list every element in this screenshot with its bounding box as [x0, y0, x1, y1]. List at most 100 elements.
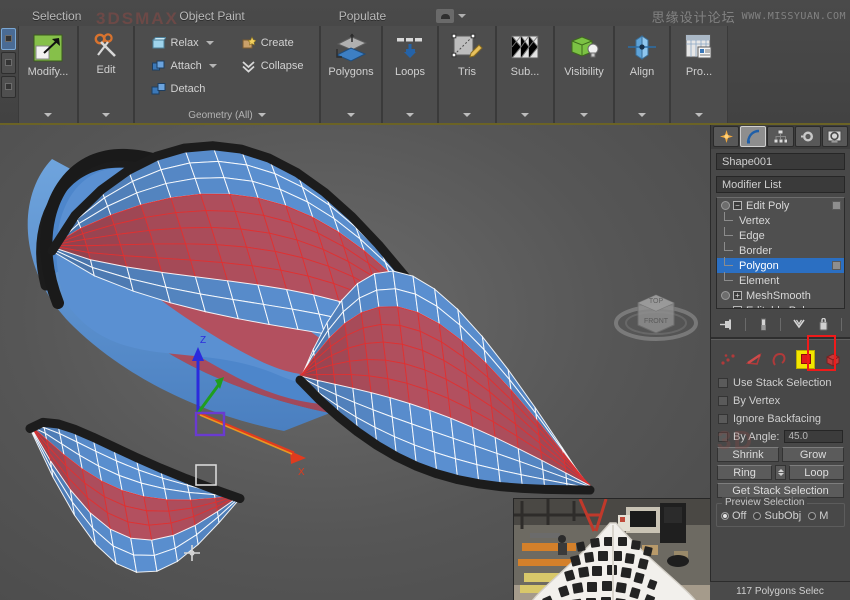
viewcube[interactable]: TOP FRONT — [608, 277, 703, 349]
viewport[interactable]: Z X TOP FRONT — [0, 125, 710, 600]
tab-display[interactable] — [821, 126, 849, 147]
panel-subdivide-expand[interactable] — [497, 107, 553, 123]
panel-modify-expand[interactable] — [19, 107, 77, 123]
tab-populate[interactable]: Populate — [329, 7, 396, 25]
reference-photo[interactable] — [513, 498, 710, 600]
panel-geometry-expand[interactable]: Geometry (All) — [135, 107, 319, 123]
align-label: Align — [629, 66, 655, 78]
by-angle-value[interactable]: 45.0 — [784, 430, 843, 443]
stack-item-label: Edit Poly — [746, 199, 790, 212]
loops-button[interactable]: Loops — [382, 30, 438, 78]
shrink-button[interactable]: Shrink — [717, 447, 779, 462]
vertex-icon[interactable] — [720, 352, 737, 367]
panel-properties-expand[interactable] — [671, 107, 727, 123]
subdivide-button[interactable]: Sub... — [496, 30, 554, 78]
ribbon-mode-button-1[interactable] — [1, 28, 16, 50]
checkbox-icon[interactable] — [718, 377, 728, 388]
modifier-list-dropdown[interactable]: Modifier List — [716, 176, 845, 193]
ribbon-mode-button-3[interactable] — [1, 76, 16, 98]
chevron-down-icon[interactable] — [205, 41, 214, 45]
stack-item-toggle[interactable] — [832, 261, 841, 270]
expander-icon[interactable]: + — [733, 291, 742, 300]
panel-align-expand[interactable] — [615, 107, 669, 123]
light-bulb-icon[interactable] — [721, 201, 730, 210]
tris-button[interactable]: Tris — [438, 30, 496, 78]
modify-selection-icon — [31, 33, 65, 63]
edit-button[interactable]: Edit — [78, 30, 134, 76]
polygon-icon[interactable] — [796, 349, 816, 369]
properties-button[interactable]: Pro... — [670, 30, 728, 78]
minimize-ribbon-icon — [436, 9, 455, 23]
ring-loop-spinner[interactable] — [775, 465, 786, 480]
panel-tris-expand[interactable] — [439, 107, 495, 123]
create-button[interactable]: Create — [241, 33, 304, 53]
border-icon[interactable] — [771, 352, 788, 367]
collapse-button[interactable]: Collapse — [241, 56, 304, 76]
panel-properties: Pro... — [670, 26, 728, 123]
stack-item-toggle[interactable] — [832, 201, 841, 210]
modifier-stack-list[interactable]: − Edit Poly Vertex Edge Border Polygon Element… — [716, 197, 845, 309]
checkbox-icon[interactable] — [718, 413, 728, 424]
polygons-button[interactable]: Polygons — [320, 30, 382, 78]
stack-item-editable-poly[interactable]: − Editable Poly — [717, 303, 844, 309]
chevron-down-icon — [638, 113, 646, 117]
panel-align: Align — [614, 26, 670, 123]
preview-option-subobj[interactable]: SubObj — [753, 510, 801, 522]
command-panel: Shape001 Modifier List − Edit Poly Vertex E… — [710, 125, 850, 600]
tab-selection[interactable]: Selection — [22, 7, 91, 25]
stack-item-edge[interactable]: Edge — [717, 227, 844, 243]
stack-item-element[interactable]: Element — [717, 272, 844, 288]
detach-label: Detach — [170, 83, 206, 95]
stack-item-polygon[interactable]: Polygon — [717, 257, 844, 273]
stack-item-label: Editable Poly — [746, 305, 810, 309]
grow-button[interactable]: Grow — [782, 447, 844, 462]
element-icon[interactable] — [824, 352, 841, 367]
visibility-button[interactable]: Visibility — [554, 30, 614, 78]
loops-label: Loops — [395, 66, 425, 78]
relax-button[interactable]: Relax — [151, 33, 217, 53]
chevron-down-icon — [695, 113, 703, 117]
checkbox-row-by-vertex[interactable]: By Vertex — [718, 393, 843, 408]
panel-edit-expand[interactable] — [79, 107, 133, 123]
attach-button[interactable]: Attach — [151, 56, 217, 76]
object-name-field[interactable]: Shape001 — [716, 153, 845, 170]
expander-icon[interactable]: − — [733, 306, 742, 308]
expander-icon[interactable]: − — [733, 201, 742, 210]
pin-stack-icon — [720, 319, 732, 329]
panel-divider — [711, 337, 850, 340]
stack-item-meshsmooth[interactable]: + MeshSmooth — [717, 288, 844, 303]
curve-icon — [746, 129, 759, 144]
ribbon-mode-button-2[interactable] — [1, 52, 16, 74]
stack-item-border[interactable]: Border — [717, 242, 844, 258]
panel-polygons-expand[interactable] — [321, 107, 381, 123]
stack-item-edit-poly[interactable]: − Edit Poly — [717, 198, 844, 213]
align-button[interactable]: Align — [614, 30, 670, 78]
light-bulb-icon[interactable] — [721, 291, 730, 300]
by-angle-row[interactable]: By Angle: 45.0 — [718, 429, 843, 444]
chevron-down-icon[interactable] — [208, 64, 217, 68]
stack-item-vertex[interactable]: Vertex — [717, 212, 844, 228]
tab-object-paint[interactable]: Object Paint — [169, 7, 254, 25]
modify-selection-button[interactable]: Modify... — [17, 30, 79, 78]
selection-checkboxes: Use Stack Selection By Vertex Ignore Backf… — [711, 375, 850, 426]
divider — [780, 317, 782, 331]
by-angle-checkbox[interactable] — [718, 431, 728, 442]
tab-motion[interactable] — [794, 126, 821, 147]
collapse-icon — [241, 59, 256, 74]
tab-create[interactable] — [713, 126, 740, 147]
checkbox-icon[interactable] — [718, 395, 728, 406]
tab-hierarchy[interactable] — [767, 126, 794, 147]
ring-button[interactable]: Ring — [717, 465, 772, 480]
edge-icon[interactable] — [745, 352, 763, 367]
panel-visibility-expand[interactable] — [555, 107, 613, 123]
ribbon-minimize-button[interactable] — [436, 9, 467, 23]
preview-option-off[interactable]: Off — [721, 510, 746, 522]
get-stack-selection-button[interactable]: Get Stack Selection — [717, 483, 844, 498]
checkbox-row-use-stack-selection[interactable]: Use Stack Selection — [718, 375, 843, 390]
detach-button[interactable]: Detach — [151, 79, 217, 99]
tab-modify[interactable] — [740, 126, 767, 147]
panel-loops-expand[interactable] — [383, 107, 437, 123]
checkbox-row-ignore-backfacing[interactable]: Ignore Backfacing — [718, 411, 843, 426]
preview-option-multi[interactable]: M — [808, 510, 828, 522]
loop-button[interactable]: Loop — [789, 465, 844, 480]
